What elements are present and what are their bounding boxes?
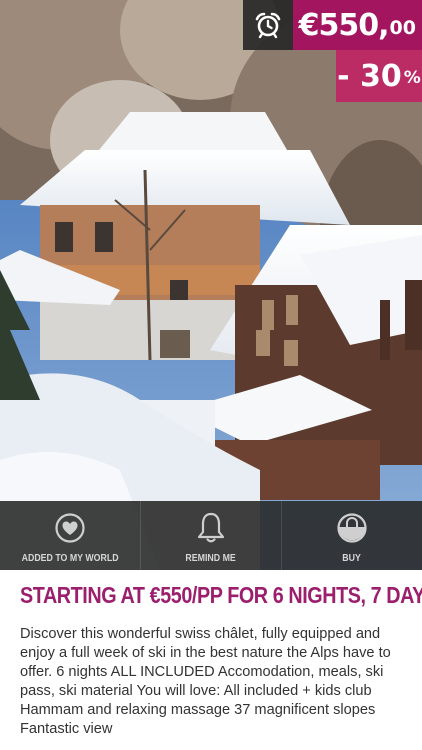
alarm-clock-icon[interactable] [242, 0, 293, 50]
added-to-my-world-label: ADDED TO MY WORLD [21, 553, 119, 564]
bell-icon [194, 511, 228, 545]
hero-image: €550, 00 - 30 % ADDED TO MY WORLD REMIND… [0, 0, 422, 570]
buy-label: BUY [342, 553, 362, 564]
price-value: €550, 00 [292, 0, 422, 50]
action-bar: ADDED TO MY WORLD REMIND ME BUY [0, 501, 422, 570]
discount-value: - 30 [337, 58, 402, 94]
offer-details: STARTING AT €550/PP FOR 6 NIGHTS, 7 DAYS… [0, 570, 422, 739]
remind-me-label: REMIND ME [185, 553, 237, 564]
price-tag: €550, 00 [242, 0, 422, 50]
offer-headline: STARTING AT €550/PP FOR 6 NIGHTS, 7 DAYS [20, 582, 422, 608]
shopping-bag-icon [335, 511, 369, 545]
discount-unit: % [403, 68, 421, 88]
buy-button[interactable]: BUY [282, 501, 422, 570]
discount-badge: - 30 % [336, 50, 422, 102]
offer-description: Discover this wonderful swiss châlet, fu… [20, 626, 391, 737]
price-cents: 00 [389, 17, 416, 39]
heart-circle-icon [53, 511, 87, 545]
remind-me-button[interactable]: REMIND ME [141, 501, 282, 570]
added-to-my-world-button[interactable]: ADDED TO MY WORLD [0, 501, 141, 570]
price-main: €550, [298, 7, 390, 43]
